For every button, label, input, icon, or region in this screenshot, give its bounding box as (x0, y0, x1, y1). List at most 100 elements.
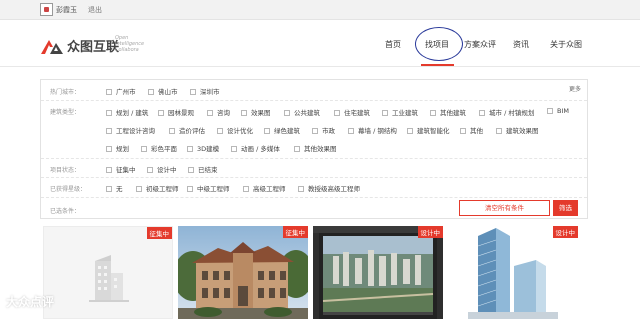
building-type-option[interactable]: 彩色平面 (141, 143, 177, 153)
city-option[interactable]: 深圳市 (190, 86, 220, 96)
status-option[interactable]: 已结束 (188, 164, 218, 174)
checkbox[interactable] (496, 128, 502, 134)
avatar[interactable] (40, 3, 53, 16)
checkbox[interactable] (187, 146, 193, 152)
checkbox[interactable] (284, 110, 290, 116)
building-type-option[interactable]: 幕墙 / 钢结构 (348, 125, 397, 135)
filter-row-engineer-level: 已获得星级： 无 初级工程师 中级工程师 高级工程师 教授级高级工程师 (41, 178, 587, 198)
checkbox[interactable] (136, 186, 142, 192)
building-type-option[interactable]: 3D建模 (187, 143, 219, 153)
nav-scheme-review[interactable]: 方案众评 (464, 39, 496, 50)
filter-button[interactable]: 筛选 (553, 200, 578, 216)
status-option[interactable]: 设计中 (147, 164, 177, 174)
checkbox[interactable] (141, 146, 147, 152)
checkbox[interactable] (231, 146, 237, 152)
checkbox[interactable] (106, 167, 112, 173)
option-label: 其他建筑 (440, 109, 466, 117)
building-type-option[interactable]: 城市 / 村镇规划 (479, 107, 534, 117)
building-type-option[interactable]: 规划 / 建筑 (106, 107, 148, 117)
villa-render-image (178, 226, 308, 319)
building-type-option[interactable]: BIM (547, 107, 569, 115)
building-type-option[interactable]: 工程设计咨询 (106, 125, 155, 135)
building-type-option[interactable]: 设计优化 (217, 125, 253, 135)
building-type-option[interactable]: 绿色建筑 (264, 125, 300, 135)
engineer-level-option[interactable]: 中级工程师 (187, 183, 230, 193)
city-option[interactable]: 佛山市 (148, 86, 178, 96)
nav-home[interactable]: 首页 (385, 39, 401, 50)
checkbox[interactable] (430, 110, 436, 116)
checkbox[interactable] (460, 128, 466, 134)
checkbox[interactable] (106, 186, 112, 192)
checkbox[interactable] (407, 128, 413, 134)
status-badge: 征集中 (146, 227, 172, 239)
checkbox[interactable] (106, 110, 112, 116)
checkbox[interactable] (217, 128, 223, 134)
filter-label: 已选条件： (50, 208, 81, 215)
checkbox[interactable] (106, 146, 112, 152)
option-label: 规划 (116, 145, 129, 153)
building-type-option[interactable]: 住宅建筑 (334, 107, 370, 117)
engineer-level-option[interactable]: 无 (106, 183, 123, 193)
building-type-option[interactable]: 工业建筑 (382, 107, 418, 117)
clear-all-button[interactable]: 清空所有条件 (459, 200, 550, 216)
building-type-option[interactable]: 其他效果图 (294, 143, 337, 153)
checkbox[interactable] (148, 89, 154, 95)
building-type-option[interactable]: 园林景观 (158, 107, 194, 117)
logo-icon[interactable] (40, 37, 64, 55)
checkbox[interactable] (187, 186, 193, 192)
nav-highlight-ring (415, 27, 463, 61)
checkbox[interactable] (243, 186, 249, 192)
engineer-level-option[interactable]: 教授级高级工程师 (298, 183, 360, 193)
checkbox[interactable] (348, 128, 354, 134)
option-label: 住宅建筑 (344, 109, 370, 117)
project-card[interactable]: 设计中 (448, 226, 578, 319)
project-card[interactable]: 设计中 (313, 226, 443, 319)
option-label: 园林景观 (168, 109, 194, 117)
option-label: 绿色建筑 (274, 127, 300, 135)
checkbox[interactable] (207, 110, 213, 116)
project-card[interactable]: 征集中 (178, 226, 308, 319)
building-type-option[interactable]: 公共建筑 (284, 107, 320, 117)
option-label: 工业建筑 (392, 109, 418, 117)
checkbox[interactable] (298, 186, 304, 192)
checkbox[interactable] (147, 167, 153, 173)
project-card[interactable]: 征集中 (43, 226, 173, 319)
building-type-option[interactable]: 咨询 (207, 107, 230, 117)
checkbox[interactable] (479, 110, 485, 116)
checkbox[interactable] (106, 128, 112, 134)
checkbox[interactable] (334, 110, 340, 116)
city-option[interactable]: 广州市 (106, 86, 136, 96)
building-type-option[interactable]: 动画 / 多媒体 (231, 143, 280, 153)
checkbox[interactable] (169, 128, 175, 134)
nav-news[interactable]: 资讯 (513, 39, 529, 50)
option-label: 其他 (470, 127, 483, 135)
building-type-option[interactable]: 造价评估 (169, 125, 205, 135)
checkbox[interactable] (294, 146, 300, 152)
building-type-option[interactable]: 其他建筑 (430, 107, 466, 117)
logo-text[interactable]: 众图互联 (67, 36, 119, 55)
watermark: 大众点评 (6, 295, 55, 309)
checkbox[interactable] (188, 167, 194, 173)
building-type-option[interactable]: 规划 (106, 143, 129, 153)
checkbox[interactable] (241, 110, 247, 116)
engineer-level-option[interactable]: 初级工程师 (136, 183, 179, 193)
username[interactable]: 彭霞玉 (56, 5, 77, 15)
logout-link[interactable]: 退出 (88, 5, 102, 15)
checkbox[interactable] (312, 128, 318, 134)
more-link[interactable]: 更多 (569, 84, 581, 93)
building-type-option[interactable]: 建筑效果图 (496, 125, 539, 135)
nav-about[interactable]: 关于众图 (550, 39, 582, 50)
checkbox[interactable] (382, 110, 388, 116)
building-type-option[interactable]: 效果图 (241, 107, 271, 117)
building-type-option[interactable]: 建筑智能化 (407, 125, 450, 135)
checkbox[interactable] (106, 89, 112, 95)
checkbox[interactable] (190, 89, 196, 95)
status-badge: 征集中 (282, 226, 308, 238)
checkbox[interactable] (547, 108, 553, 114)
status-option[interactable]: 征集中 (106, 164, 136, 174)
building-type-option[interactable]: 其他 (460, 125, 483, 135)
engineer-level-option[interactable]: 高级工程师 (243, 183, 286, 193)
building-type-option[interactable]: 市政 (312, 125, 335, 135)
checkbox[interactable] (158, 110, 164, 116)
checkbox[interactable] (264, 128, 270, 134)
